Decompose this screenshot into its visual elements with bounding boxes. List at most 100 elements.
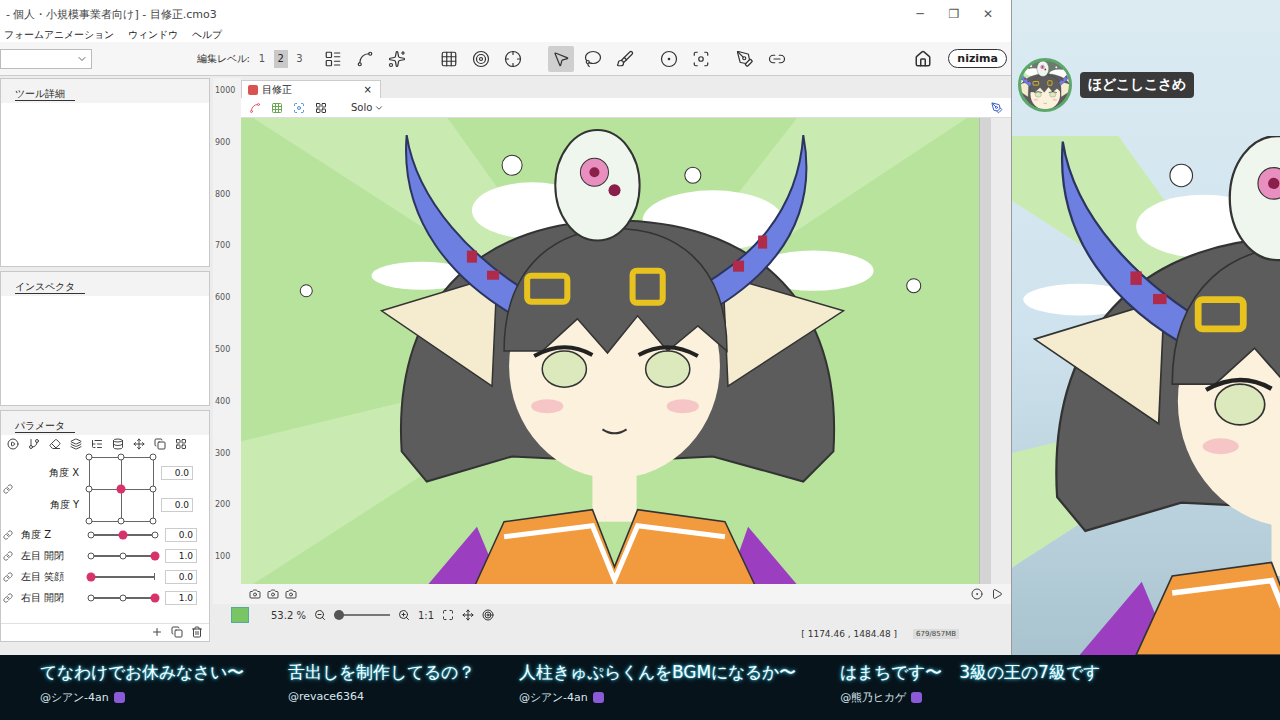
stream-overlay: ほどこしこさめ xyxy=(1012,0,1280,655)
slider-track xyxy=(91,576,155,578)
window-control-button[interactable]: ─ xyxy=(903,7,937,21)
parameter-slider[interactable] xyxy=(91,572,155,582)
frame-icon[interactable] xyxy=(293,102,305,114)
workspace-dropdown[interactable] xyxy=(0,49,92,69)
slider-knob[interactable] xyxy=(151,552,160,561)
parameter-slider[interactable] xyxy=(91,530,155,540)
tool-button[interactable] xyxy=(468,46,494,72)
plus-icon[interactable] xyxy=(151,626,163,638)
tool-button[interactable] xyxy=(436,46,462,72)
parameter-tool-icon[interactable] xyxy=(175,438,187,450)
tool-button[interactable] xyxy=(732,46,758,72)
tool-button[interactable] xyxy=(764,46,790,72)
parameter-value[interactable]: 0.0 xyxy=(161,466,193,480)
parameter-value[interactable]: 0.0 xyxy=(165,528,197,542)
parameter-value[interactable]: 0.0 xyxy=(161,498,193,512)
toolbar: 編集レベル:123nizima xyxy=(0,42,1011,76)
window-control-button[interactable]: ❐ xyxy=(937,7,971,21)
zoom-slider[interactable] xyxy=(334,611,390,619)
parameter-value[interactable]: 1.0 xyxy=(165,591,197,605)
menu-item[interactable]: ヘルプ xyxy=(192,28,222,42)
parameter-tool-icon[interactable] xyxy=(28,438,40,450)
lasso-icon xyxy=(584,50,602,68)
parameter-tool-icon[interactable] xyxy=(70,438,82,450)
reset-view-icon[interactable] xyxy=(482,609,494,621)
pad-knob[interactable] xyxy=(117,484,126,493)
zoom-value[interactable]: 53.2 % xyxy=(271,610,306,621)
parameter-value[interactable]: 1.0 xyxy=(165,549,197,563)
zoom-knob[interactable] xyxy=(334,610,344,620)
author-name: @熊乃ヒカゲ xyxy=(840,690,906,705)
parameter-tool-icon[interactable] xyxy=(91,438,103,450)
zoom-out-icon[interactable] xyxy=(314,609,326,621)
angle-pad[interactable] xyxy=(89,457,153,521)
slider-knob[interactable] xyxy=(87,573,96,582)
tool-group xyxy=(320,46,410,72)
workspace: ツール詳細インスペクタパラメータ角度 X角度 Y0.00.0角度 Z0.0左目 … xyxy=(0,76,1011,642)
nizima-logo[interactable]: nizima xyxy=(948,49,1007,68)
tool-button[interactable] xyxy=(612,46,638,72)
grid-icon[interactable] xyxy=(271,102,283,114)
pad-dot xyxy=(86,453,93,460)
background-color-swatch[interactable] xyxy=(231,607,249,623)
pen-icon[interactable] xyxy=(991,102,1003,114)
chat-author: @熊乃ヒカゲ xyxy=(840,690,1100,705)
tool-button[interactable] xyxy=(548,46,574,72)
slider-knob[interactable] xyxy=(151,594,160,603)
link-icon[interactable] xyxy=(3,551,13,561)
tool-button[interactable] xyxy=(656,46,682,72)
edit-level-button[interactable]: 2 xyxy=(274,50,288,68)
connect-icon xyxy=(768,50,786,68)
link-icon[interactable] xyxy=(3,572,13,582)
parameter-tool-icon[interactable] xyxy=(7,438,19,450)
edit-level-button[interactable]: 3 xyxy=(293,50,307,68)
link-icon[interactable] xyxy=(3,530,13,540)
play-icon[interactable] xyxy=(991,588,1003,600)
link-icon[interactable] xyxy=(3,484,13,494)
menu-item[interactable]: フォームアニメーション xyxy=(4,28,114,42)
pen-icon xyxy=(736,50,754,68)
parameter-tool-icon[interactable] xyxy=(49,438,61,450)
tool-button[interactable] xyxy=(688,46,714,72)
center-icon[interactable] xyxy=(462,609,474,621)
tool-button[interactable] xyxy=(500,46,526,72)
parameter-tool-icon[interactable] xyxy=(112,438,124,450)
parameter-tool-icon[interactable] xyxy=(154,438,166,450)
vertical-scrollbar[interactable] xyxy=(979,118,991,584)
link-cell xyxy=(1,593,15,603)
menu-item[interactable]: ウィンドウ xyxy=(128,28,178,42)
record-icon[interactable] xyxy=(971,588,983,600)
parameter-tool-icon[interactable] xyxy=(133,438,145,450)
parameter-name: 角度 Y xyxy=(50,498,79,512)
trash-icon[interactable] xyxy=(191,626,203,638)
title-bar: - 個人・小規模事業者向け] - 目修正.cmo3─❐✕ xyxy=(0,0,1011,28)
camera-settings-icon[interactable] xyxy=(267,588,279,600)
tool-button[interactable] xyxy=(384,46,410,72)
parameter-slider[interactable] xyxy=(91,593,155,603)
model-canvas[interactable] xyxy=(241,118,979,584)
parameter-slider[interactable] xyxy=(91,551,155,561)
guide-icon[interactable] xyxy=(315,102,327,114)
home-button[interactable] xyxy=(910,46,936,72)
camera-export-icon[interactable] xyxy=(285,588,297,600)
parameter-row: 角度 Z0.0 xyxy=(1,525,209,546)
edit-level-button[interactable]: 1 xyxy=(255,50,269,68)
link-icon[interactable] xyxy=(3,593,13,603)
actual-size-button[interactable]: 1:1 xyxy=(418,610,434,621)
camera-icon[interactable] xyxy=(249,588,261,600)
fit-icon[interactable] xyxy=(442,609,454,621)
solo-dropdown[interactable]: Solo xyxy=(351,102,384,113)
slider-knob[interactable] xyxy=(119,531,128,540)
window-control-button[interactable]: ✕ xyxy=(971,7,1005,21)
parameter-value[interactable]: 0.0 xyxy=(165,570,197,584)
zoom-in-icon[interactable] xyxy=(398,609,410,621)
tool-button[interactable] xyxy=(352,46,378,72)
path-icon[interactable] xyxy=(249,102,261,114)
slider-end xyxy=(154,573,155,580)
slider-mark xyxy=(88,595,95,602)
tab-close[interactable]: × xyxy=(364,84,372,95)
tool-button[interactable] xyxy=(580,46,606,72)
folder-icon[interactable] xyxy=(171,626,183,638)
document-tab[interactable]: 目修正× xyxy=(241,80,381,98)
tool-button[interactable] xyxy=(320,46,346,72)
